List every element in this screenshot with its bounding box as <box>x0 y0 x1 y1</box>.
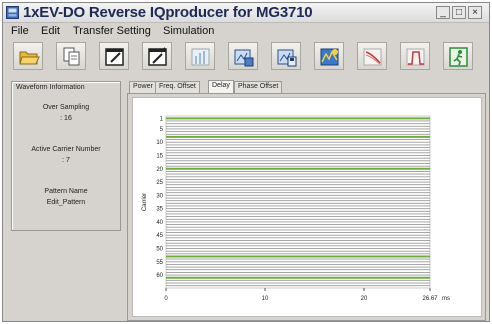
x-tick-label: 10 <box>262 296 269 302</box>
pattern-name-label: Pattern Name <box>44 188 88 195</box>
open-folder-icon <box>19 51 40 65</box>
spectrum-button[interactable] <box>400 42 430 70</box>
copy-document-icon <box>63 47 80 66</box>
y-tick-label: 5 <box>160 127 164 133</box>
ccdf-icon <box>363 48 382 66</box>
y-tick-label: 35 <box>156 207 163 213</box>
app-icon <box>6 6 19 19</box>
x-tick-label: 26.67 <box>422 296 438 302</box>
y-tick-label: 15 <box>156 154 163 160</box>
edit-parameter-button[interactable] <box>142 42 172 70</box>
x-unit-label: ms <box>442 296 450 302</box>
maximize-button[interactable]: □ <box>452 6 466 19</box>
over-sampling-label: Over Sampling <box>42 104 90 111</box>
menu-transfer-setting[interactable]: Transfer Setting <box>73 25 151 37</box>
y-tick-label: 30 <box>156 193 163 199</box>
pattern-name-value: Edit_Pattern <box>46 199 86 206</box>
copy-button[interactable] <box>56 42 86 70</box>
load-pattern-button[interactable] <box>228 42 258 70</box>
y-tick-label: 25 <box>156 180 163 186</box>
y-tick-label: 45 <box>156 233 163 239</box>
y-tick-label: 10 <box>156 140 163 146</box>
over-sampling-value: : 16 <box>60 115 72 122</box>
app-window: 1xEV-DO Reverse IQproducer for MG3710 _ … <box>2 2 490 322</box>
waveform-information-panel: Waveform Information Over Sampling : 16 … <box>11 81 121 231</box>
tab-delay[interactable]: Delay <box>208 80 234 93</box>
window-title: 1xEV-DO Reverse IQproducer for MG3710 <box>23 4 313 21</box>
x-tick-label: 20 <box>361 296 368 302</box>
load-pattern-icon <box>234 49 254 67</box>
exit-icon <box>449 47 468 67</box>
minimize-button[interactable]: _ <box>436 6 450 19</box>
toolbar <box>3 41 489 73</box>
save-pattern-icon <box>277 49 297 67</box>
menu-edit[interactable]: Edit <box>41 25 60 37</box>
edit-parameter-icon <box>148 47 167 66</box>
exit-button[interactable] <box>443 42 473 70</box>
graph-button[interactable] <box>185 42 215 70</box>
active-carrier-value: : 7 <box>62 157 70 164</box>
y-tick-label: 55 <box>156 260 163 266</box>
y-tick-label: 60 <box>156 273 163 279</box>
y-tick-label: 50 <box>156 246 163 252</box>
delay-chart: 1510152025303540455055600 10 20 26.67 msCarr… <box>142 115 450 302</box>
tab-phase-offset[interactable]: Phase Offset <box>234 81 283 93</box>
save-pattern-button[interactable] <box>271 42 301 70</box>
spectrum-icon <box>406 48 425 66</box>
title-bar[interactable]: 1xEV-DO Reverse IQproducer for MG3710 _ … <box>3 3 489 23</box>
menu-file[interactable]: File <box>11 25 29 37</box>
close-button[interactable]: × <box>468 6 482 19</box>
tab-power[interactable]: Power <box>129 81 157 93</box>
edit-pattern-button[interactable] <box>99 42 129 70</box>
active-carrier-label: Active Carrier Number <box>31 146 101 153</box>
menu-bar: File Edit Transfer Setting Simulation <box>3 24 489 40</box>
ccdf-button[interactable] <box>357 42 387 70</box>
waveform-calc-icon <box>320 48 339 66</box>
waveform-calc-button[interactable] <box>314 42 344 70</box>
y-axis-label: Carrier <box>142 193 148 211</box>
edit-pattern-icon <box>105 48 124 66</box>
menu-simulation[interactable]: Simulation <box>163 25 214 37</box>
y-tick-label: 1 <box>160 116 164 122</box>
tab-freq-offset[interactable]: Freq. Offset <box>155 81 200 93</box>
y-tick-label: 20 <box>156 167 163 173</box>
x-tick-label: 0 <box>164 296 168 302</box>
waveform-information-title: Waveform Information <box>16 84 85 91</box>
graph-icon <box>191 48 210 66</box>
open-folder-button[interactable] <box>13 42 43 70</box>
y-tick-label: 40 <box>156 220 163 226</box>
